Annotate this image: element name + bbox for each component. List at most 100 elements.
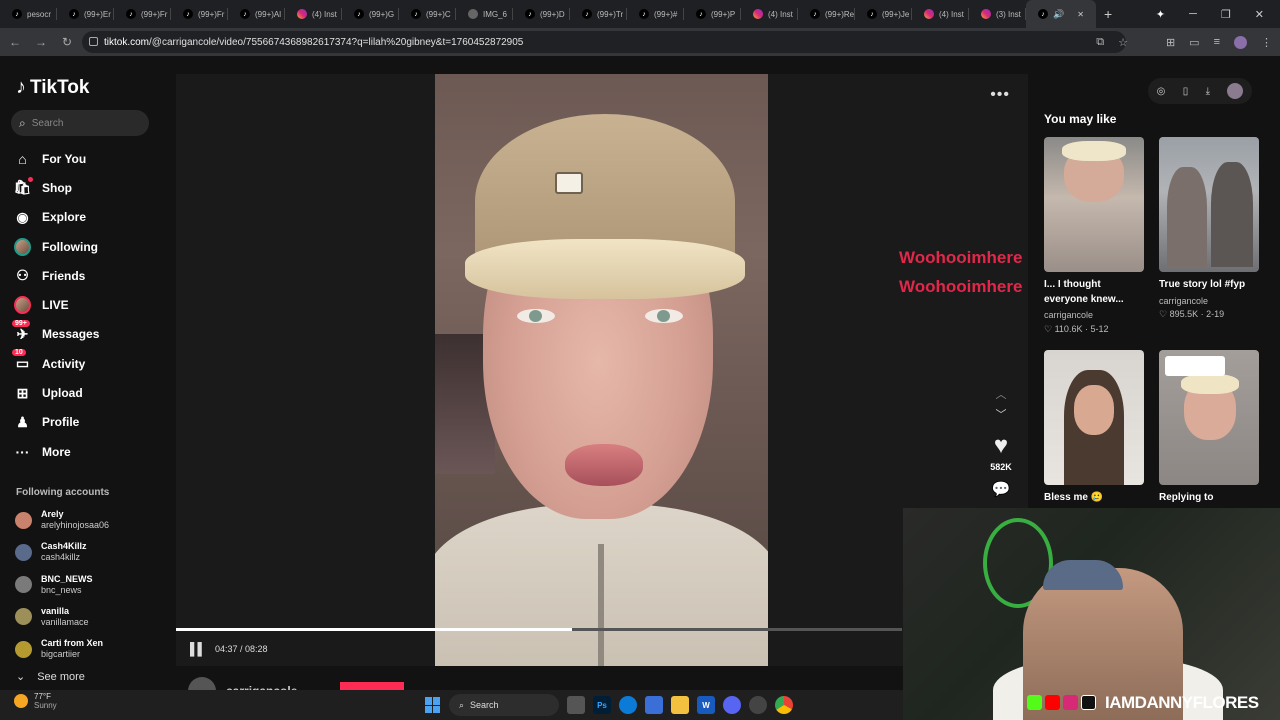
recommend-thumb-2[interactable]	[1159, 137, 1259, 272]
task-view-icon[interactable]	[567, 696, 585, 714]
following-account[interactable]: Cash4Killz cash4killz	[15, 541, 170, 563]
split-view-icon[interactable]: ▭	[1189, 36, 1199, 49]
see-more-button[interactable]: ⌄ See more	[16, 670, 85, 684]
video-player[interactable]: •••	[176, 74, 1028, 666]
recommend-thumb-1[interactable]	[1044, 137, 1144, 272]
browser-tab[interactable]: ♪ pesocr	[0, 0, 57, 28]
compass-icon: ◉	[16, 208, 29, 225]
device-icon[interactable]: ▯	[1183, 86, 1189, 97]
browser-tab[interactable]: (3) Inst	[969, 0, 1026, 28]
more-options-icon[interactable]: •••	[990, 86, 1010, 104]
browser-tab[interactable]: ♪ (99+)Tr	[570, 0, 627, 28]
tab-label: (99+)Al	[255, 9, 282, 19]
close-window-icon[interactable]: ✕	[1255, 8, 1264, 21]
following-account[interactable]: Arely arelyhinojosaa06	[15, 509, 170, 531]
restore-icon[interactable]: ❐	[1221, 8, 1231, 21]
instagram-icon	[924, 9, 934, 19]
word-icon[interactable]: W	[697, 696, 715, 714]
browser-tab[interactable]: ♪ (99+)Re	[798, 0, 855, 28]
site-info-icon[interactable]	[89, 37, 98, 46]
next-video-icon[interactable]: ﹀	[996, 406, 1007, 422]
search-input[interactable]: ⌕ Search	[11, 110, 149, 136]
nav-item-friends[interactable]: ⚇ Friends	[14, 261, 169, 290]
close-tab-icon[interactable]: ✕	[1077, 10, 1084, 19]
start-icon[interactable]	[425, 697, 441, 713]
photoshop-icon[interactable]: Ps	[593, 696, 611, 714]
new-tab-button[interactable]: +	[1104, 6, 1112, 22]
browser-tab[interactable]: ♪ (99+)Er	[57, 0, 114, 28]
nav-item-profile[interactable]: ♟ Profile	[14, 408, 169, 437]
follow-button[interactable]	[340, 682, 404, 690]
recommend-user-2[interactable]: carrigancole	[1159, 296, 1208, 306]
tiktok-icon: ♪	[12, 9, 22, 19]
previous-video-icon[interactable]: ︿	[996, 386, 1007, 402]
audio-icon[interactable]: 🔊	[1053, 9, 1064, 20]
following-account[interactable]: vanilla vanillamace	[15, 606, 170, 628]
pause-icon[interactable]: ▌▌	[190, 642, 206, 656]
following-account[interactable]: BNC_NEWS bnc_news	[15, 574, 170, 596]
browser-tab[interactable]: ♪ (99+)#	[627, 0, 684, 28]
forward-icon[interactable]: →	[30, 35, 52, 49]
coins-icon[interactable]: ◎	[1157, 86, 1166, 97]
store-icon[interactable]	[645, 696, 663, 714]
tiktok-logo[interactable]: ♪ TikTok	[16, 76, 89, 99]
extensions-icon[interactable]: ⊞	[1166, 36, 1175, 49]
progress-bar[interactable]	[176, 628, 902, 631]
obs-icon[interactable]	[749, 696, 767, 714]
like-heart-icon[interactable]: ♥	[994, 434, 1008, 458]
browser-tab[interactable]: ♪ (99+)C	[399, 0, 456, 28]
user-avatar[interactable]	[1227, 83, 1244, 99]
nav-item-shop[interactable]: 🛍 Shop	[14, 173, 169, 202]
search-icon: ⌕	[459, 699, 465, 710]
comment-icon[interactable]: 💬	[992, 480, 1011, 498]
browser-tab[interactable]: IMG_6	[456, 0, 513, 28]
nav-item-live[interactable]: LIVE	[14, 290, 169, 319]
browser-tab[interactable]: ♪ (99+)Je	[855, 0, 912, 28]
active-tab[interactable]: ♪ 🔊 ✕	[1026, 0, 1096, 28]
reload-icon[interactable]: ↻	[56, 35, 78, 49]
edge-icon[interactable]	[619, 696, 637, 714]
taskbar-search[interactable]: ⌕ Search	[449, 694, 559, 716]
chevron-down-icon: ⌄	[16, 671, 26, 683]
account-handle: cash4killz	[41, 552, 81, 563]
account-avatar	[15, 640, 32, 658]
browser-tab[interactable]: ♪ (99+)G	[342, 0, 399, 28]
chrome-menu-icon[interactable]: ⋮	[1261, 36, 1272, 49]
nav-item-messages[interactable]: ✈ 99+ Messages	[12, 319, 169, 349]
gemini-icon[interactable]: ✦	[1156, 8, 1165, 21]
sidebar: ♪ TikTok ⌕ Search ⌂ For You 🛍 Shop ◉ Explore F…	[0, 56, 175, 690]
browser-tab[interactable]: ♪ (99+)Al	[228, 0, 285, 28]
account-handle: arelyhinojosaa06	[41, 520, 110, 530]
nav-item-following[interactable]: Following	[14, 232, 169, 261]
download-icon[interactable]: ⤓	[1206, 86, 1210, 97]
weather-widget[interactable]: 77°F Sunny	[14, 692, 57, 710]
browser-tab[interactable]: ♪ (99+)Fr	[114, 0, 171, 28]
browser-tab[interactable]: ♪ (99+)Fr	[171, 0, 228, 28]
chrome-icon[interactable]	[775, 696, 793, 714]
recommend-thumb-3[interactable]	[1044, 350, 1144, 485]
browser-tab[interactable]: (4) Inst	[741, 0, 798, 28]
browser-tab[interactable]: (4) Inst	[285, 0, 342, 28]
recommend-user-1[interactable]: carrigancole	[1044, 310, 1093, 320]
upload-icon: ⊞	[16, 384, 29, 401]
bookmark-star-icon[interactable]: ☆	[1118, 36, 1128, 49]
nav-item-for-you[interactable]: ⌂ For You	[14, 144, 169, 173]
nav-item-explore[interactable]: ◉ Explore	[14, 203, 169, 232]
nav-item-activity[interactable]: ▭ 10 Activity	[12, 349, 169, 378]
minimize-icon[interactable]: ─	[1189, 8, 1197, 20]
browser-tab[interactable]: (4) Inst	[912, 0, 969, 28]
back-icon[interactable]: ←	[4, 35, 26, 49]
discord-icon[interactable]	[723, 696, 741, 714]
file-explorer-icon[interactable]	[671, 696, 689, 714]
nav-item-more[interactable]: ··· More	[14, 437, 169, 466]
reading-list-icon[interactable]: ≡	[1214, 36, 1220, 48]
address-bar[interactable]: tiktok.com/@carrigancole/video/755667436…	[82, 31, 1126, 53]
video-frame[interactable]	[435, 74, 768, 666]
browser-tab[interactable]: ♪ (99+)P	[684, 0, 741, 28]
recommend-thumb-4[interactable]	[1159, 350, 1259, 485]
browser-tab[interactable]: ♪ (99+)D	[513, 0, 570, 28]
following-account[interactable]: Carti from Xen bigcartiier	[15, 638, 170, 660]
profile-avatar-icon[interactable]	[1234, 35, 1247, 49]
nav-item-upload[interactable]: ⊞ Upload	[14, 378, 169, 407]
install-app-icon[interactable]: ⧉	[1096, 36, 1104, 49]
